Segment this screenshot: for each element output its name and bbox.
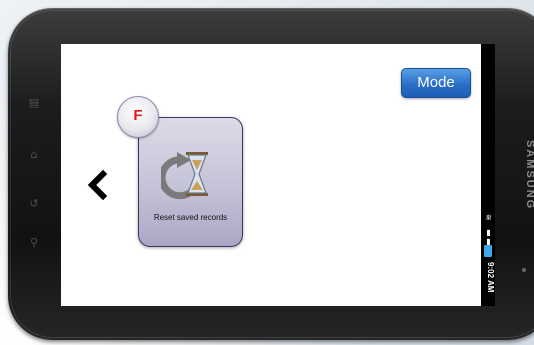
status-time: 9:02 AM — [486, 262, 495, 293]
tile-label: Reset saved records — [153, 213, 228, 222]
reset-records-tile[interactable]: Reset saved records — [138, 117, 243, 247]
menu-icon: ▤ — [28, 96, 40, 109]
home-icon: ⌂ — [30, 148, 38, 161]
battery-icon — [484, 245, 492, 257]
search-icon: ⚲ — [29, 236, 39, 249]
signal-icon: ▮▮▮ — [484, 228, 493, 255]
hourglass-reset-icon — [161, 152, 208, 200]
chevron-left-icon[interactable] — [86, 170, 108, 200]
f-badge: F — [117, 96, 159, 138]
brand-logo: SAMSUNG — [524, 140, 534, 211]
wifi-icon: ≋ — [484, 214, 493, 221]
mode-button[interactable]: Mode — [401, 68, 471, 98]
back-icon: ↺ — [29, 197, 39, 210]
front-camera — [522, 268, 526, 272]
